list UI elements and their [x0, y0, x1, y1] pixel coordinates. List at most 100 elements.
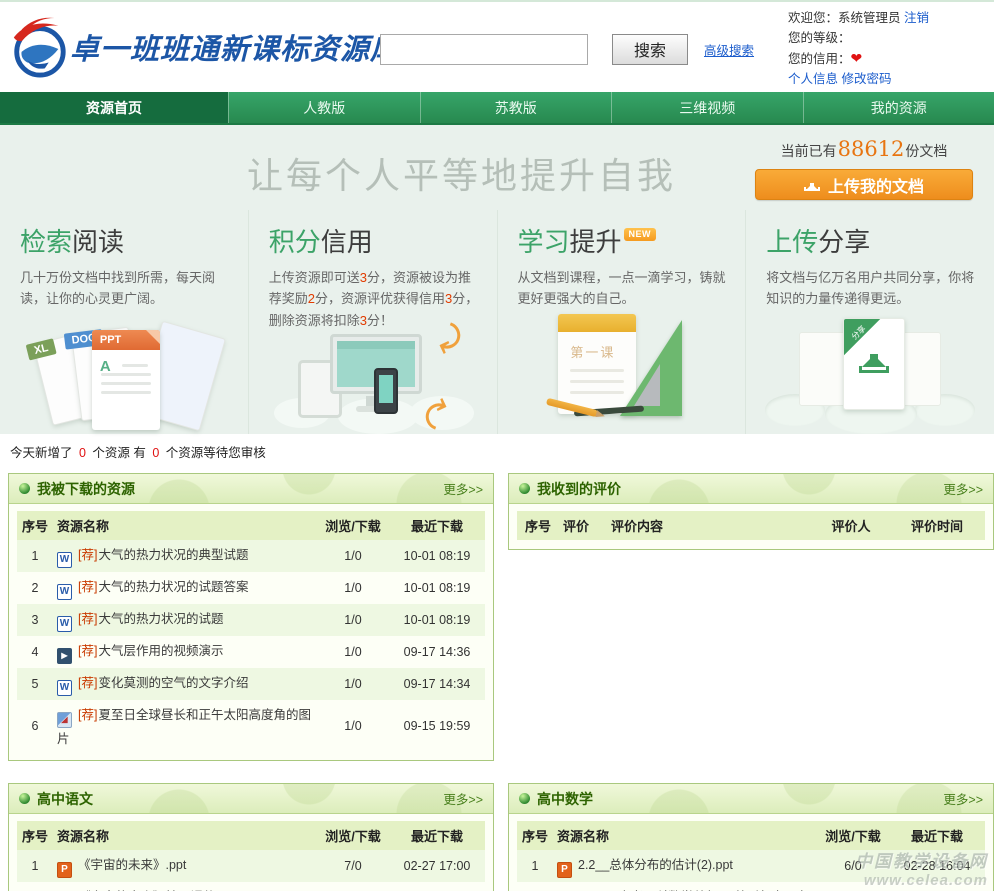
row-number: 6 — [17, 700, 53, 751]
resource-link[interactable]: 大气的热力状况的典型试题 — [98, 548, 248, 562]
more-link[interactable]: 更多>> — [943, 479, 983, 498]
views-downloads: 6/0 — [817, 850, 889, 882]
row-number: 2 — [17, 572, 53, 604]
word-file-icon: W — [57, 584, 72, 600]
resource-name-cell: W[荐]大气的热力状况的试题 — [53, 604, 317, 636]
panel-header: 我被下载的资源 更多>> — [9, 474, 493, 504]
panel-math: 高中数学 更多>> 序号 资源名称 浏览/下载 最近下载 1P2.2__总体分布… — [508, 783, 994, 891]
views-downloads: 1/0 — [317, 636, 389, 668]
main-nav: 资源首页 人教版 苏教版 三维视频 我的资源 — [0, 92, 994, 125]
share-ribbon: 分享 — [843, 318, 884, 358]
feature-title: 上传分享 — [766, 222, 978, 259]
last-download-time: 02-28 16:04 — [889, 850, 985, 882]
more-link[interactable]: 更多>> — [443, 789, 483, 808]
recommended-badge: [荐] — [78, 580, 97, 594]
panel-header: 高中语文 更多>> — [9, 784, 493, 814]
table-row: 6◢[荐]夏至日全球昼长和正午太阳高度角的图片1/009-15 19:59 — [17, 700, 485, 751]
resource-name-cell: P 2.2__总体分布的估计(2).ppt — [553, 850, 817, 882]
resource-name-cell: ◢[荐]夏至日全球昼长和正午太阳高度角的图片 — [53, 700, 317, 751]
views-downloads: 1/0 — [317, 572, 389, 604]
advanced-search-link[interactable]: 高级搜索 — [704, 40, 754, 59]
upload-icon — [804, 178, 820, 191]
row-number: 4 — [17, 636, 53, 668]
nav-tab-sujiao[interactable]: 苏教版 — [420, 92, 612, 123]
feature-title: 检索阅读 — [20, 222, 232, 259]
upload-arrow-icon — [859, 343, 889, 373]
banner-right: 当前已有88612份文档 上传我的文档 — [748, 137, 980, 200]
resource-name-cell: ▶[荐]大气层作用的视频演示 — [53, 636, 317, 668]
col-views: 浏览/下载 — [317, 821, 389, 850]
media-file-icon: ▶ — [57, 648, 72, 664]
panel-chinese: 高中语文 更多>> 序号 资源名称 浏览/下载 最近下载 1P《宇宙的未来》.p… — [8, 783, 494, 891]
views-downloads: 1/0 — [317, 604, 389, 636]
resource-table: 序号 资源名称 浏览/下载 最近下载 1W[荐]大气的热力状况的典型试题1/01… — [17, 511, 485, 751]
ppt-card: PPT A — [92, 330, 160, 430]
resource-link[interactable]: 变化莫测的空气的文字介绍 — [98, 676, 248, 690]
feature-desc: 上传资源即可送3分，资源被设为推荐奖励2分，资源评优获得信用3分，删除资源将扣除… — [269, 267, 481, 331]
panel-title: 高中语文 — [37, 789, 93, 809]
word-file-icon: W — [57, 616, 72, 632]
table-row: 2P《宇宙的未来》精品课件.ppt1/002-27 17:00 — [17, 882, 485, 891]
credit-label: 您的信用： — [788, 52, 851, 66]
col-rating: 评价 — [559, 511, 607, 540]
change-password-link[interactable]: 修改密码 — [842, 72, 892, 86]
level-label: 您的等级： — [788, 31, 851, 45]
nav-tab-renjiao[interactable]: 人教版 — [228, 92, 420, 123]
resource-name-cell: W[荐]变化莫测的空气的文字介绍 — [53, 668, 317, 700]
feature-title: 学习提升NEW — [518, 222, 730, 259]
sync-arrow-icon: ⤸ — [420, 394, 449, 432]
feature-desc: 几十万份文档中找到所需，每天阅读，让你的心灵更广阔。 — [20, 267, 232, 310]
search-input[interactable] — [380, 34, 588, 65]
resource-link[interactable]: 《宇宙的未来》.ppt — [78, 858, 186, 872]
col-views: 浏览/下载 — [817, 821, 889, 850]
last-download-time: 10-01 08:19 — [389, 540, 485, 572]
col-date: 最近下载 — [389, 821, 485, 850]
panel-header: 高中数学 更多>> — [509, 784, 993, 814]
word-file-icon: W — [57, 680, 72, 696]
panel-my-reviews: 我收到的评价 更多>> 序号 评价 评价内容 评价人 评价时间 — [508, 473, 994, 550]
feature-desc: 从文档到课程，一点一滴学习，铸就更好更强大的自己。 — [518, 267, 730, 310]
user-info: 欢迎您：系统管理员 注销 您的等级： 您的信用：❤ 个人信息 修改密码 — [788, 6, 988, 89]
word-file-icon: W — [57, 552, 72, 568]
last-download-time: 02-28 16:04 — [889, 882, 985, 891]
logout-link[interactable]: 注销 — [904, 11, 929, 25]
count-number: 88612 — [838, 137, 905, 161]
features-row: 检索阅读 几十万份文档中找到所需，每天阅读，让你的心灵更广阔。 XL DOC P… — [0, 210, 994, 434]
views-downloads: 1/0 — [317, 700, 389, 751]
resource-link[interactable]: 大气层作用的视频演示 — [98, 644, 223, 658]
last-download-time: 10-01 08:19 — [389, 604, 485, 636]
views-downloads: 1/0 — [817, 882, 889, 891]
upload-document-button[interactable]: 上传我的文档 — [755, 169, 973, 200]
search-button[interactable]: 搜索 — [612, 34, 688, 65]
more-link[interactable]: 更多>> — [443, 479, 483, 498]
table-row: 2W[荐]大气的热力状况的试题答案1/010-01 08:19 — [17, 572, 485, 604]
triangle-ruler-icon — [620, 320, 682, 416]
review-table: 序号 评价 评价内容 评价人 评价时间 — [517, 511, 985, 540]
documents-illustration: XL DOC PPT A — [0, 306, 248, 434]
slogan: 让每个人平等地提升自我 — [247, 147, 676, 199]
resource-link[interactable]: 2.2__总体分布的估计(2).ppt — [578, 858, 733, 872]
more-link[interactable]: 更多>> — [943, 789, 983, 808]
resource-table: 序号 资源名称 浏览/下载 最近下载 1P《宇宙的未来》.ppt7/002-27… — [17, 821, 485, 891]
resource-name-cell: P2013届高考理科数学总复习(第1轮)广西专版... — [553, 882, 817, 891]
table-header-row: 序号 资源名称 浏览/下载 最近下载 — [17, 821, 485, 850]
last-download-time: 09-17 14:36 — [389, 636, 485, 668]
document-count: 当前已有88612份文档 — [748, 137, 980, 161]
table-row: 1W[荐]大气的热力状况的典型试题1/010-01 08:19 — [17, 540, 485, 572]
notepad-illustration: 第一课 — [498, 306, 746, 434]
doc-chip: DOC — [64, 329, 104, 350]
panel-title: 我被下载的资源 — [37, 479, 135, 499]
col-no: 序号 — [17, 821, 53, 850]
resource-link[interactable]: 大气的热力状况的试题 — [98, 612, 223, 626]
nav-tab-3d-video[interactable]: 三维视频 — [611, 92, 803, 123]
ppt-file-icon: P — [557, 862, 572, 878]
row-number: 1 — [17, 540, 53, 572]
nav-tab-home[interactable]: 资源首页 — [0, 92, 228, 123]
table-row: 1P2.2__总体分布的估计(2).ppt6/002-28 16:04 — [517, 850, 985, 882]
site-logo[interactable]: 卓一班班通新课标资源库 — [8, 16, 380, 78]
nav-tab-my-resources[interactable]: 我的资源 — [803, 92, 994, 123]
header: 卓一班班通新课标资源库 搜索 高级搜索 欢迎您：系统管理员 注销 您的等级： 您… — [0, 2, 994, 92]
resource-link[interactable]: 大气的热力状况的试题答案 — [98, 580, 248, 594]
profile-link[interactable]: 个人信息 — [788, 72, 838, 86]
table-row: 2P2013届高考理科数学总复习(第1轮)广西专版...1/002-28 16:… — [517, 882, 985, 891]
